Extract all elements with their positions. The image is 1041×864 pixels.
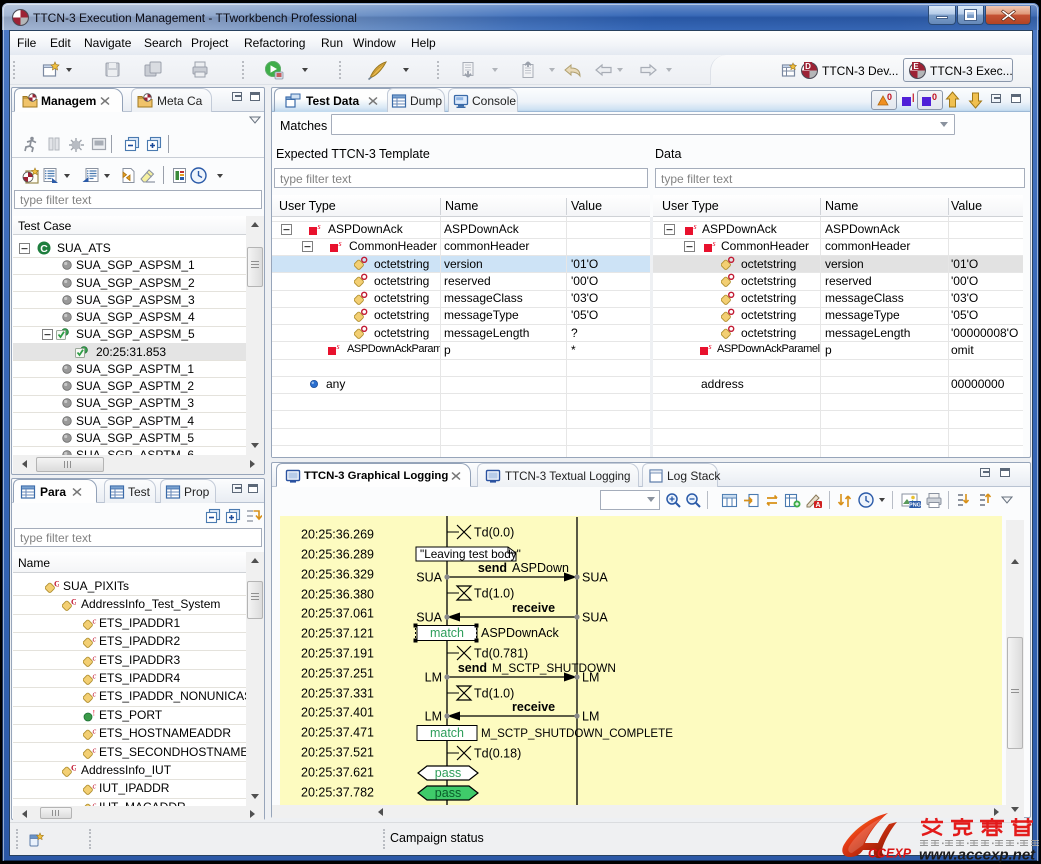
svg-text:20:25:37.121: 20:25:37.121 (301, 627, 374, 641)
svg-text:A: A (815, 502, 820, 509)
svg-text:ASPDownAck: ASPDownAck (481, 626, 560, 640)
svg-text:SUA: SUA (582, 611, 608, 625)
svg-text:send: send (458, 661, 487, 675)
svg-text:20:25:37.251: 20:25:37.251 (301, 667, 374, 681)
svg-text:0: 0 (932, 92, 937, 102)
svg-text:LM: LM (425, 710, 442, 724)
svg-text:SUA: SUA (416, 571, 442, 585)
svg-text:20:25:36.380: 20:25:36.380 (301, 588, 374, 602)
svg-text:20:25:37.191: 20:25:37.191 (301, 647, 374, 661)
svg-text:LM: LM (582, 671, 599, 685)
svg-text:20:25:37.621: 20:25:37.621 (301, 766, 374, 780)
svg-text:Td(0.781): Td(0.781) (474, 647, 528, 661)
svg-text:20:25:37.331: 20:25:37.331 (301, 687, 374, 701)
svg-text:"Leaving test body": "Leaving test body" (420, 547, 521, 561)
svg-text:Td(0.0): Td(0.0) (474, 526, 514, 540)
svg-text:20:25:36.289: 20:25:36.289 (301, 548, 374, 562)
svg-text:Td(0.18): Td(0.18) (474, 747, 521, 761)
svg-text:pass: pass (435, 766, 461, 780)
svg-text:E: E (913, 62, 919, 71)
svg-text:PNG: PNG (909, 503, 921, 509)
svg-text:ASPDown: ASPDown (512, 561, 569, 575)
svg-text:match: match (430, 726, 464, 740)
svg-text:20:25:36.269: 20:25:36.269 (301, 528, 374, 542)
svg-text:20:25:37.521: 20:25:37.521 (301, 746, 374, 760)
svg-text:LM: LM (425, 671, 442, 685)
svg-text:SUA: SUA (582, 571, 608, 585)
svg-text:20:25:36.329: 20:25:36.329 (301, 568, 374, 582)
svg-text:send: send (478, 561, 507, 575)
svg-text:receive: receive (512, 700, 555, 714)
svg-text:match: match (430, 626, 464, 640)
svg-text:SUA: SUA (416, 611, 442, 625)
svg-text:Td(1.0): Td(1.0) (474, 687, 514, 701)
svg-text:0: 0 (887, 92, 892, 102)
svg-text:LM: LM (582, 710, 599, 724)
svg-text:|: | (912, 92, 915, 102)
svg-text:receive: receive (512, 601, 555, 615)
svg-text:pass: pass (435, 786, 461, 800)
svg-text:M_SCTP_SHUTDOWN_COMPLETE: M_SCTP_SHUTDOWN_COMPLETE (481, 727, 673, 740)
svg-text:Td(1.0): Td(1.0) (474, 587, 514, 601)
svg-text:D: D (805, 62, 811, 71)
svg-text:20:25:37.401: 20:25:37.401 (301, 706, 374, 720)
svg-text:20:25:37.061: 20:25:37.061 (301, 607, 374, 621)
svg-text:20:25:37.471: 20:25:37.471 (301, 726, 374, 740)
svg-text:20:25:37.782: 20:25:37.782 (301, 786, 374, 800)
